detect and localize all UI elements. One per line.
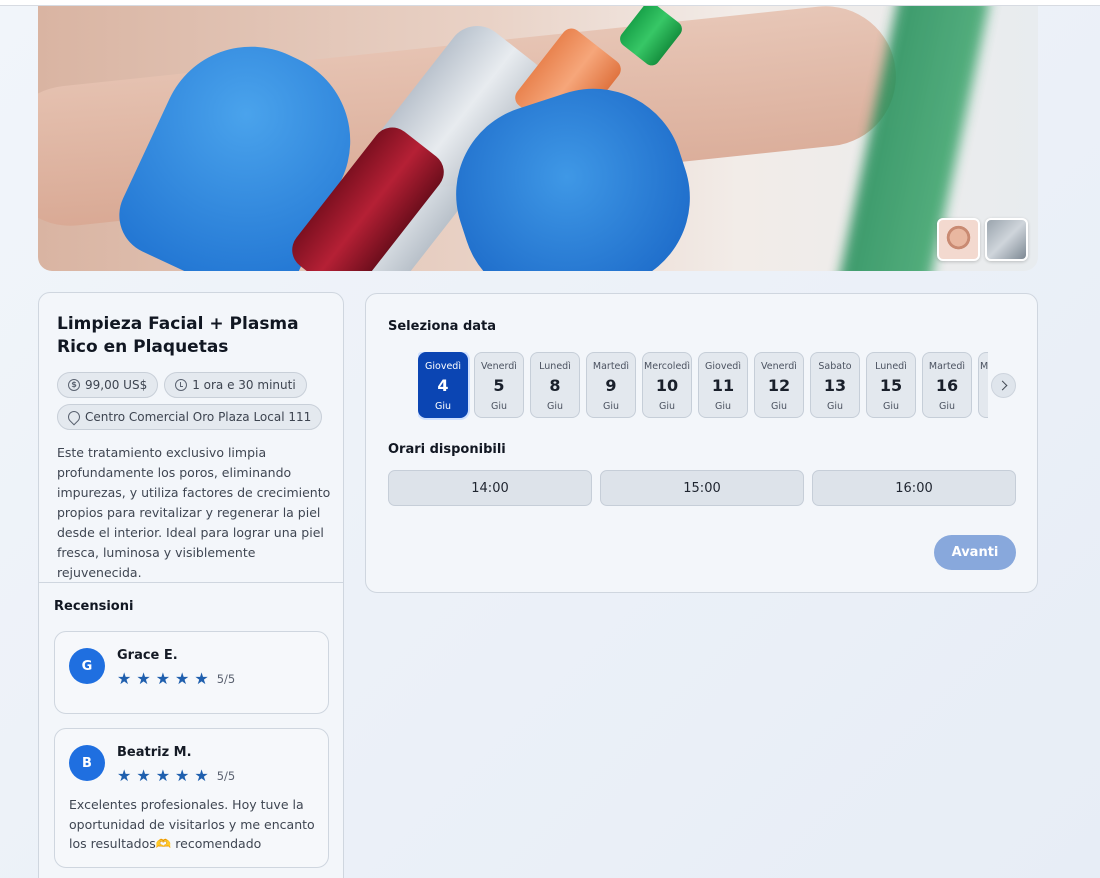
date-month: Giu bbox=[602, 401, 620, 412]
clock-icon bbox=[175, 379, 188, 391]
date-weekday: Martedì bbox=[928, 361, 966, 372]
date-weekday: Giovedì bbox=[425, 361, 461, 372]
price-label: 99,00 US$ bbox=[85, 378, 148, 392]
date-weekday: Giovedì bbox=[705, 361, 741, 372]
date-picker: Giovedì 4 Giu Venerdì 5 Giu Lunedì 8 Giu Martedì 9… bbox=[418, 352, 988, 420]
star-icon: ★ bbox=[175, 669, 190, 688]
rating-value: 5/5 bbox=[216, 769, 236, 783]
star-icon: ★ bbox=[194, 669, 209, 688]
next-step-button[interactable]: Avanti bbox=[934, 535, 1016, 570]
date-day: 13 bbox=[823, 376, 847, 395]
location-pin-icon bbox=[65, 408, 83, 426]
date-month: Giu bbox=[490, 401, 508, 412]
date-weekday: Sabato bbox=[818, 361, 852, 372]
gallery-thumbnail[interactable] bbox=[937, 218, 980, 261]
date-option[interactable]: Venerdì 12 Giu bbox=[754, 352, 804, 418]
price-chip: $ 99,00 US$ bbox=[57, 372, 159, 398]
available-times-heading: Orari disponibili bbox=[388, 442, 506, 457]
select-date-heading: Seleziona data bbox=[388, 319, 497, 334]
reviewer-name: Grace E. bbox=[117, 648, 178, 663]
date-weekday: Lunedì bbox=[875, 361, 907, 372]
date-day: 9 bbox=[605, 376, 617, 395]
date-option[interactable]: Giovedì 4 Giu bbox=[418, 352, 468, 418]
date-option[interactable]: Lunedì 15 Giu bbox=[866, 352, 916, 418]
date-option[interactable]: Lunedì 8 Giu bbox=[530, 352, 580, 418]
gallery-thumbnails bbox=[937, 218, 1028, 261]
date-option[interactable]: Mercoledì bbox=[978, 352, 988, 418]
date-day: 12 bbox=[767, 376, 791, 395]
date-option[interactable]: Mercoledì 10 Giu bbox=[642, 352, 692, 418]
service-details-card: Limpieza Facial + Plasma Rico en Plaquet… bbox=[38, 292, 344, 878]
booking-card: Seleziona data Giovedì 4 Giu Venerdì 5 Giu Lun… bbox=[365, 293, 1038, 593]
date-month: Giu bbox=[770, 401, 788, 412]
star-icon: ★ bbox=[117, 766, 132, 785]
review-card: B Beatriz M. ★ ★ ★ ★ ★ 5/5 Excelentes pr… bbox=[54, 728, 329, 868]
date-weekday: Venerdì bbox=[761, 361, 797, 372]
review-card: G Grace E. ★ ★ ★ ★ ★ 5/5 bbox=[54, 631, 329, 714]
location-label: Centro Comercial Oro Plaza Local 111 bbox=[85, 410, 312, 424]
star-icon: ★ bbox=[136, 669, 151, 688]
date-day: 16 bbox=[935, 376, 959, 395]
service-title: Limpieza Facial + Plasma Rico en Plaquet… bbox=[57, 314, 299, 357]
divider bbox=[39, 582, 343, 583]
date-weekday: Martedì bbox=[592, 361, 630, 372]
date-option[interactable]: Giovedì 11 Giu bbox=[698, 352, 748, 418]
avatar: G bbox=[69, 648, 105, 684]
dollar-icon: $ bbox=[68, 379, 80, 391]
rating-value: 5/5 bbox=[216, 672, 236, 686]
star-icon: ★ bbox=[175, 766, 190, 785]
date-month: Giu bbox=[434, 401, 452, 412]
service-info-chips: $ 99,00 US$ 1 ora e 30 minuti Centro Com… bbox=[57, 372, 337, 430]
date-option[interactable]: Martedì 16 Giu bbox=[922, 352, 972, 418]
reviewer-name: Beatriz M. bbox=[117, 745, 192, 760]
service-description: Este tratamiento exclusivo limpia profun… bbox=[57, 445, 331, 580]
date-day: 11 bbox=[711, 376, 735, 395]
avatar: B bbox=[69, 745, 105, 781]
date-month: Giu bbox=[546, 401, 564, 412]
date-day: 5 bbox=[493, 376, 505, 395]
date-month: Giu bbox=[714, 401, 732, 412]
star-icon: ★ bbox=[155, 766, 171, 785]
review-text: Excelentes profesionales. Hoy tuve la op… bbox=[69, 797, 315, 851]
star-icon: ★ bbox=[194, 766, 209, 785]
date-weekday: Mercoledì bbox=[644, 361, 690, 372]
hero-image bbox=[38, 6, 1038, 271]
date-month: Giu bbox=[938, 401, 956, 412]
duration-chip: 1 ora e 30 minuti bbox=[164, 372, 307, 398]
time-slot-button[interactable]: 15:00 bbox=[600, 470, 804, 506]
date-day: 15 bbox=[879, 376, 903, 395]
star-icon: ★ bbox=[136, 766, 151, 785]
date-weekday: Lunedì bbox=[539, 361, 571, 372]
date-option[interactable]: Martedì 9 Giu bbox=[586, 352, 636, 418]
date-weekday: Venerdì bbox=[481, 361, 517, 372]
location-chip: Centro Comercial Oro Plaza Local 111 bbox=[57, 404, 323, 430]
date-day: 8 bbox=[549, 376, 561, 395]
star-rating: ★ ★ ★ ★ ★ 5/5 bbox=[117, 670, 235, 688]
next-dates-button[interactable] bbox=[991, 373, 1016, 398]
time-slots: 14:00 15:00 16:00 bbox=[388, 470, 1016, 506]
date-option[interactable]: Venerdì 5 Giu bbox=[474, 352, 524, 418]
date-day: 10 bbox=[655, 376, 679, 395]
date-option[interactable]: Sabato 13 Giu bbox=[810, 352, 860, 418]
date-month: Giu bbox=[826, 401, 844, 412]
duration-label: 1 ora e 30 minuti bbox=[192, 378, 296, 392]
time-slot-button[interactable]: 14:00 bbox=[388, 470, 592, 506]
date-day: 4 bbox=[437, 376, 449, 395]
gallery-thumbnail[interactable] bbox=[985, 218, 1028, 261]
star-rating: ★ ★ ★ ★ ★ 5/5 bbox=[117, 767, 235, 785]
date-weekday: Mercoledì bbox=[980, 361, 988, 372]
date-month: Giu bbox=[882, 401, 900, 412]
date-month: Giu bbox=[658, 401, 676, 412]
reviews-heading: Recensioni bbox=[54, 599, 134, 614]
star-icon: ★ bbox=[117, 669, 132, 688]
star-icon: ★ bbox=[155, 669, 171, 688]
chevron-right-icon bbox=[997, 380, 1007, 391]
time-slot-button[interactable]: 16:00 bbox=[812, 470, 1016, 506]
